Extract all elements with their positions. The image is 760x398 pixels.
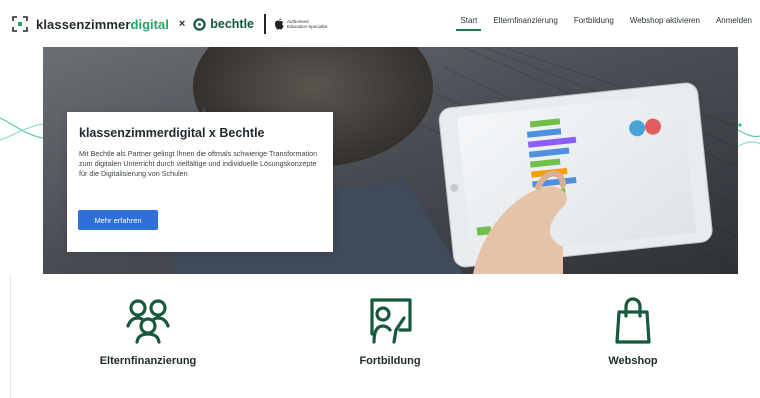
apple-badge-text: Authorised Education Specialist bbox=[287, 19, 333, 29]
hero-title: klassenzimmerdigital x Bechtle bbox=[79, 126, 265, 140]
klassenzimmer-logo-icon bbox=[12, 16, 28, 32]
hero-description: Mit Bechtle als Partner gelingt Ihnen di… bbox=[79, 149, 318, 178]
site-header: klassenzimmer digital × bechtle Authorise… bbox=[0, 0, 760, 46]
feature-webshop[interactable]: Webshop bbox=[548, 296, 718, 367]
brand-separator: × bbox=[178, 18, 186, 30]
nav-webshop-aktivieren[interactable]: Webshop aktivieren bbox=[630, 16, 700, 31]
hero-card: klassenzimmerdigital x Bechtle Mit Becht… bbox=[67, 112, 333, 252]
feature-label-elternfinanzierung: Elternfinanzierung bbox=[99, 355, 197, 367]
brand-name-part1: klassenzimmer bbox=[36, 16, 131, 32]
nav-start[interactable]: Start bbox=[456, 16, 482, 31]
features-row: Elternfinanzierung Fortbildung Webshop bbox=[0, 296, 760, 396]
main-nav: Start Elternfinanzierung Fortbildung Web… bbox=[444, 16, 752, 36]
feature-label-webshop: Webshop bbox=[608, 355, 658, 367]
logo-divider bbox=[264, 14, 267, 34]
bechtle-logo-icon bbox=[193, 17, 206, 31]
partner-name: bechtle bbox=[210, 17, 255, 31]
apple-icon bbox=[275, 18, 284, 30]
nav-anmelden[interactable]: Anmelden bbox=[716, 16, 752, 31]
nav-elternfinanzierung[interactable]: Elternfinanzierung bbox=[493, 16, 557, 31]
mehr-erfahren-button[interactable]: Mehr erfahren bbox=[78, 210, 158, 230]
apple-badge-line2: Education Specialist bbox=[287, 24, 328, 29]
feature-label-fortbildung: Fortbildung bbox=[359, 355, 421, 367]
brand-name-part2: digital bbox=[130, 16, 169, 32]
decorative-lines-left bbox=[0, 117, 43, 141]
feature-fortbildung[interactable]: Fortbildung bbox=[305, 296, 475, 367]
teacher-board-icon bbox=[370, 298, 412, 344]
brand-logo[interactable]: klassenzimmer digital × bechtle Authorise… bbox=[12, 14, 333, 34]
nav-fortbildung[interactable]: Fortbildung bbox=[574, 16, 614, 31]
decorative-lines-right bbox=[738, 123, 760, 147]
people-icon bbox=[126, 299, 170, 344]
shopping-bag-icon bbox=[615, 297, 651, 344]
feature-elternfinanzierung[interactable]: Elternfinanzierung bbox=[63, 296, 233, 367]
